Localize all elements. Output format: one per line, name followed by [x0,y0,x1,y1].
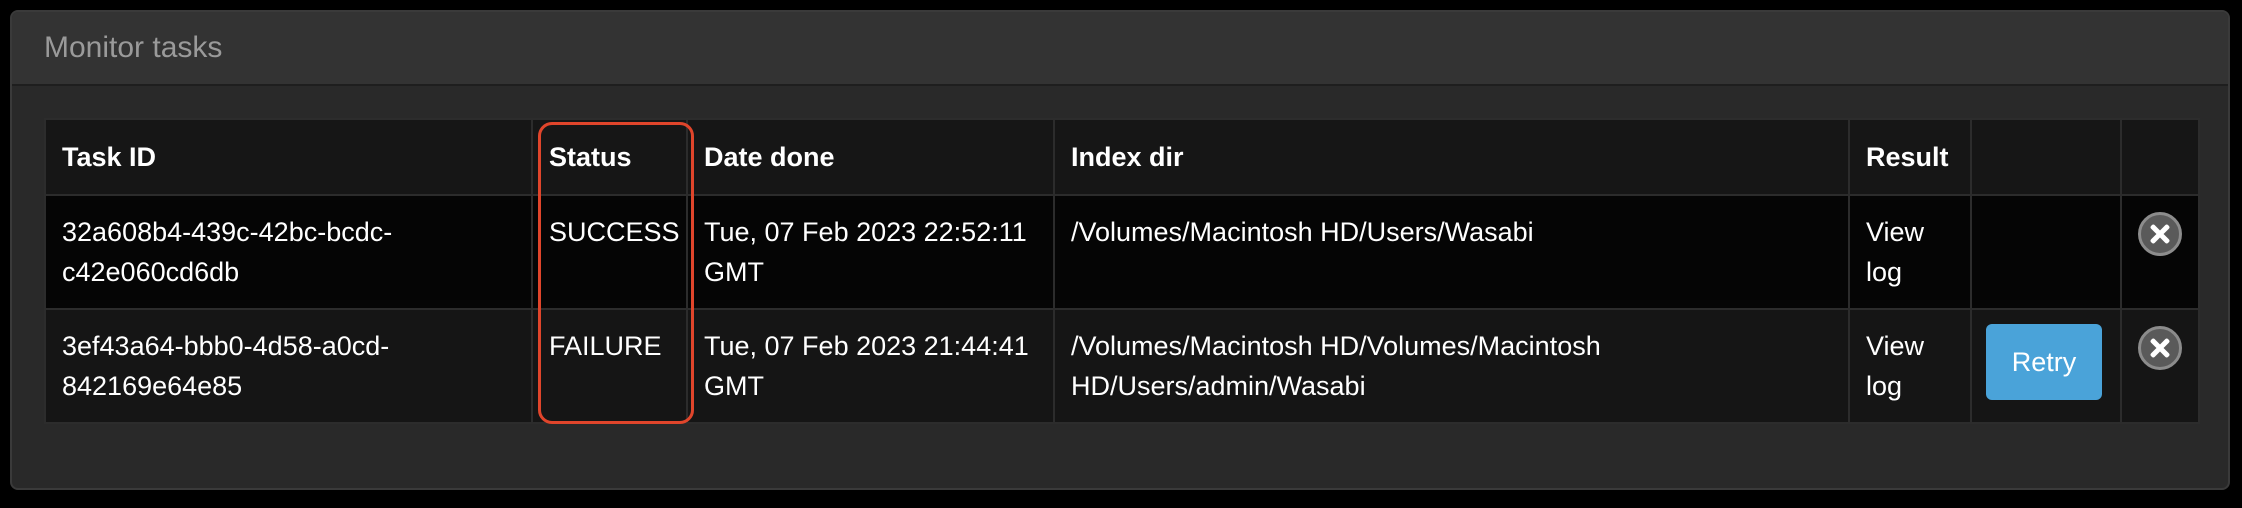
index-dir-cell: /Volumes/Macintosh HD/Users/Wasabi [1053,194,1850,310]
table-row: 32a608b4-439c-42bc-bcdc-c42e060cd6db SUC… [44,194,2200,310]
status-cell: FAILURE [531,308,688,424]
remove-cell [2120,194,2200,310]
column-header-status: Status [531,118,688,196]
table-header-row: Task ID Status Date done Index dir Resul… [44,118,2200,196]
column-header-date-done: Date done [686,118,1055,196]
monitor-tasks-panel: Monitor tasks Task ID Status Date done I… [10,10,2230,490]
tasks-table: Task ID Status Date done Index dir Resul… [44,118,2200,424]
index-dir-cell: /Volumes/Macintosh HD/Volumes/Macintosh … [1053,308,1850,424]
date-done-cell: Tue, 07 Feb 2023 22:52:11 GMT [686,194,1055,310]
task-id-cell: 3ef43a64-bbb0-4d58-a0cd-842169e64e85 [44,308,533,424]
task-id-cell: 32a608b4-439c-42bc-bcdc-c42e060cd6db [44,194,533,310]
column-header-action [1970,118,2122,196]
action-cell [1970,194,2122,310]
date-done-cell: Tue, 07 Feb 2023 21:44:41 GMT [686,308,1055,424]
status-cell: SUCCESS [531,194,688,310]
panel-header: Monitor tasks [12,12,2228,86]
panel-title: Monitor tasks [44,31,223,64]
column-header-remove [2120,118,2200,196]
table-row: 3ef43a64-bbb0-4d58-a0cd-842169e64e85 FAI… [44,308,2200,424]
close-circle-icon[interactable] [2138,326,2182,370]
remove-cell [2120,308,2200,424]
column-header-result: Result [1848,118,1972,196]
column-header-task-id: Task ID [44,118,533,196]
column-header-index-dir: Index dir [1053,118,1850,196]
retry-button[interactable]: Retry [1986,324,2102,400]
close-circle-icon[interactable] [2138,212,2182,256]
action-cell: Retry [1970,308,2122,424]
view-log-link[interactable]: View log [1848,194,1972,310]
view-log-link[interactable]: View log [1848,308,1972,424]
